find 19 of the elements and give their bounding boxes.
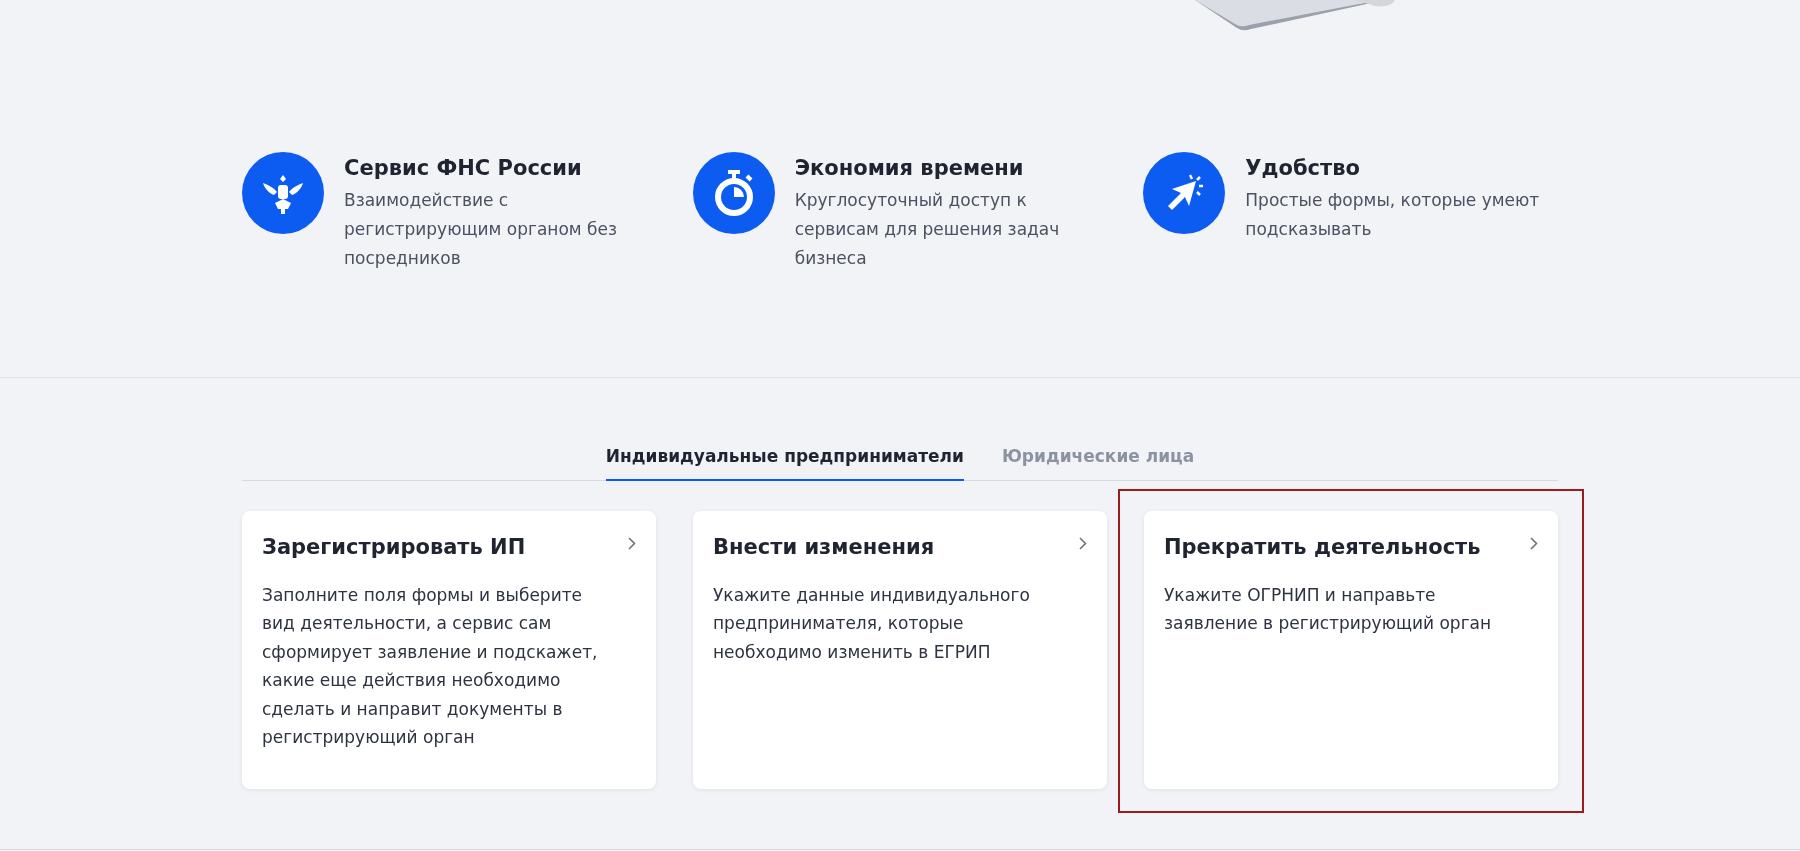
feature-title: Удобство xyxy=(1245,155,1361,182)
service-card[interactable]: Прекратить деятельность Укажите ОГРНИП и направьте заявление в регистрирующий орган xyxy=(1144,510,1558,789)
feature-description: Круглосуточный доступ к сервисам для решения задач бизнеса xyxy=(794,189,1060,270)
chevron-right-icon xyxy=(628,536,636,550)
service-card[interactable]: Внести изменения Укажите данные индивидуального предпринимателя, которые необходимо изменить в ЕГРИП xyxy=(693,510,1107,789)
feature-description: Взаимодействие с регистрирующим органом без посредников xyxy=(344,189,618,270)
service-card[interactable]: Зарегистрировать ИП Заполните поля формы и выберите вид деятельности, а сервис сам сформирует заявление и подскажет, какие еще действия необходимо сделать и направит документы в регистрирующий орган xyxy=(242,510,656,789)
card-description: Заполните поля формы и выберите вид деятельности, а сервис сам сформирует заявление и подскажет, какие еще действия необходимо сделать и направит документы в регистрирующий орган xyxy=(262,583,598,749)
card-title: Внести изменения xyxy=(713,533,935,561)
card-description: Укажите данные индивидуального предпринимателя, которые необходимо изменить в ЕГРИП xyxy=(713,583,1030,664)
chevron-right-icon xyxy=(1530,536,1538,550)
card-title: Прекратить деятельность xyxy=(1164,533,1481,561)
card-description: Укажите ОГРНИП и направьте заявление в регистрирующий орган xyxy=(1164,583,1492,635)
tab[interactable]: Индивидуальные предприниматели xyxy=(605,444,964,481)
chevron-right-icon xyxy=(1079,536,1087,550)
card-title: Зарегистрировать ИП xyxy=(262,533,526,561)
feature-description: Простые формы, которые умеют подсказывать xyxy=(1245,189,1540,241)
feature-title: Экономия времени xyxy=(794,155,1025,182)
feature-title: Сервис ФНС России xyxy=(344,155,583,182)
